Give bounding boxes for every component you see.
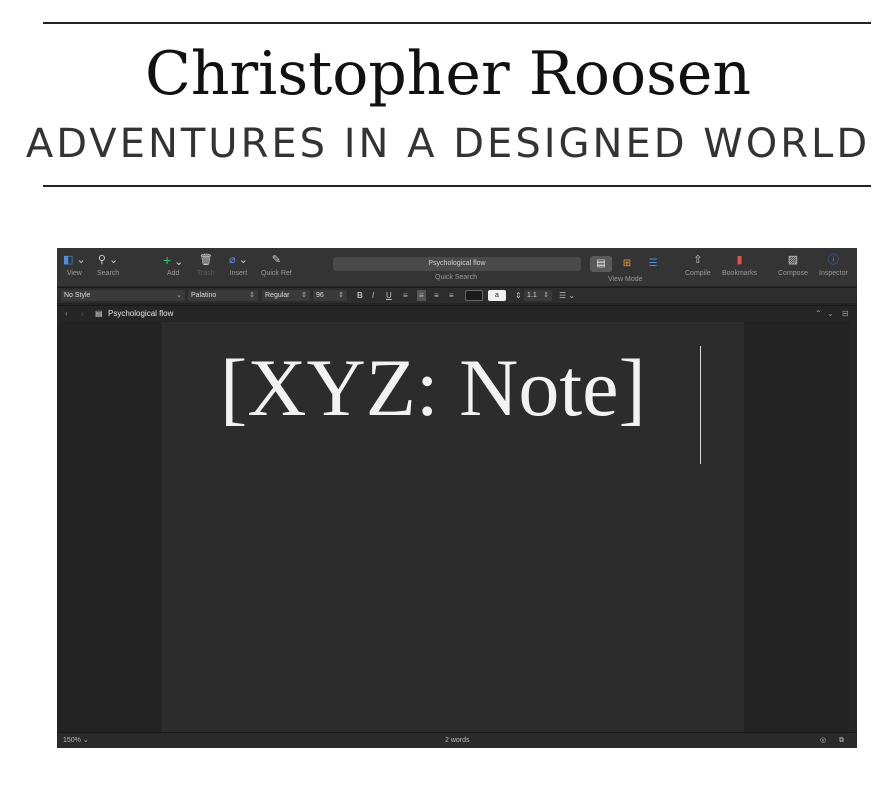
- back-arrow-icon[interactable]: ‹: [65, 307, 68, 320]
- view-button[interactable]: ◧ ⌄ View: [63, 252, 86, 280]
- style-select[interactable]: No Style ⌄: [61, 290, 185, 301]
- view-icon: ◧ ⌄: [63, 254, 86, 266]
- stepper-icon: ⇕: [338, 292, 344, 299]
- stepper-icon: ⇕: [543, 292, 549, 299]
- top-rule: [43, 22, 871, 24]
- zoom-select[interactable]: 150% ⌄: [63, 735, 89, 747]
- compose-button[interactable]: ▨ Compose: [778, 252, 808, 280]
- align-left-icon[interactable]: ≡: [403, 290, 408, 301]
- italic-button[interactable]: I: [372, 290, 374, 301]
- pencil-square-icon: ✎: [271, 254, 281, 266]
- bold-button[interactable]: B: [357, 290, 363, 301]
- font-weight-select[interactable]: Regular ⇕: [262, 290, 310, 301]
- bookmark-icon: ▮: [736, 254, 743, 266]
- highlight-color-button[interactable]: a: [488, 290, 506, 301]
- site-tagline: ADVENTURES IN A DESIGNED WORLD: [25, 121, 871, 167]
- target-icon[interactable]: ◎: [820, 735, 826, 747]
- inspector-button[interactable]: ⓘ Inspector: [819, 252, 848, 280]
- document-icon: ▤: [95, 309, 103, 318]
- editor-text[interactable]: [XYZ: Note]: [220, 340, 646, 436]
- plus-icon: + ⌄: [163, 252, 184, 268]
- search-button[interactable]: ⚲ ⌄ Search: [97, 252, 119, 280]
- chevron-down-icon[interactable]: ⌄: [827, 307, 834, 320]
- info-icon: ⓘ: [827, 254, 839, 266]
- text-caret: [700, 346, 701, 464]
- forward-arrow-icon[interactable]: ›: [81, 307, 84, 320]
- search-icon: ⚲ ⌄: [97, 254, 119, 266]
- scrollbar[interactable]: [849, 322, 857, 732]
- stepper-icon: ⇕: [249, 292, 255, 299]
- quick-ref-button[interactable]: ✎ Quick Ref: [261, 252, 292, 280]
- trash-icon: 🗑: [198, 254, 213, 266]
- chevron-down-icon: ⌄: [176, 292, 182, 299]
- quick-search-field[interactable]: Psychological flow: [333, 257, 581, 271]
- text-color-swatch[interactable]: [465, 290, 483, 301]
- chevron-up-icon[interactable]: ⌃: [815, 307, 822, 320]
- note-icon[interactable]: ⧉: [839, 735, 844, 747]
- word-count: 2 words: [445, 737, 470, 744]
- compile-button[interactable]: ⇧ Compile: [685, 252, 711, 280]
- align-right-icon[interactable]: ≡: [434, 290, 439, 301]
- underline-button[interactable]: U: [386, 290, 392, 301]
- toolbar: ◧ ⌄ View ⚲ ⌄ Search + ⌄ Add 🗑 Trash ⌀ ⌄ …: [57, 248, 857, 286]
- editor-margin-left: [57, 322, 162, 732]
- bookmarks-button[interactable]: ▮ Bookmarks: [722, 252, 757, 280]
- corkboard-mode-icon[interactable]: ⊞: [616, 256, 638, 272]
- font-size-select[interactable]: 96 ⇕: [313, 290, 347, 301]
- bottom-rule: [43, 185, 871, 187]
- insert-button[interactable]: ⌀ ⌄ Insert: [229, 252, 248, 280]
- line-spacing-select[interactable]: 1.1 ⇕: [524, 290, 552, 301]
- scrivenings-mode-icon[interactable]: ▤: [590, 256, 612, 272]
- quick-search-label: Quick Search: [435, 274, 478, 281]
- list-icon[interactable]: ☰ ⌄: [559, 290, 575, 301]
- site-title[interactable]: Christopher Roosen: [0, 38, 896, 110]
- trash-button[interactable]: 🗑 Trash: [197, 252, 215, 280]
- scrivener-window: ◧ ⌄ View ⚲ ⌄ Search + ⌄ Add 🗑 Trash ⌀ ⌄ …: [57, 248, 857, 748]
- share-icon: ⇧: [693, 254, 703, 266]
- split-editor-icon[interactable]: ⊟: [842, 307, 849, 320]
- view-mode-label: View Mode: [608, 276, 643, 283]
- path-bar: ‹ › ▤ Psychological flow ⌃ ⌄ ⊟: [57, 305, 857, 321]
- stepper-icon: ⇕: [301, 292, 307, 299]
- status-bar: 150% ⌄ 2 words ◎ ⧉: [57, 732, 857, 748]
- font-select[interactable]: Palatino ⇕: [188, 290, 258, 301]
- editor-margin-right: [744, 322, 849, 732]
- align-center-icon[interactable]: ≡: [417, 290, 426, 301]
- outliner-mode-icon[interactable]: ☰: [642, 256, 664, 272]
- editor-page[interactable]: [XYZ: Note]: [162, 322, 744, 732]
- compose-icon: ▨: [787, 254, 799, 266]
- format-bar: No Style ⌄ Palatino ⇕ Regular ⇕ 96 ⇕ B I U ≡…: [57, 287, 857, 303]
- path-document-title[interactable]: Psychological flow: [108, 307, 173, 320]
- paperclip-icon: ⌀ ⌄: [229, 254, 248, 266]
- add-button[interactable]: + ⌄ Add: [163, 252, 183, 280]
- align-justify-icon[interactable]: ≡: [449, 290, 454, 301]
- line-spacing-icon: ⇕: [515, 291, 522, 300]
